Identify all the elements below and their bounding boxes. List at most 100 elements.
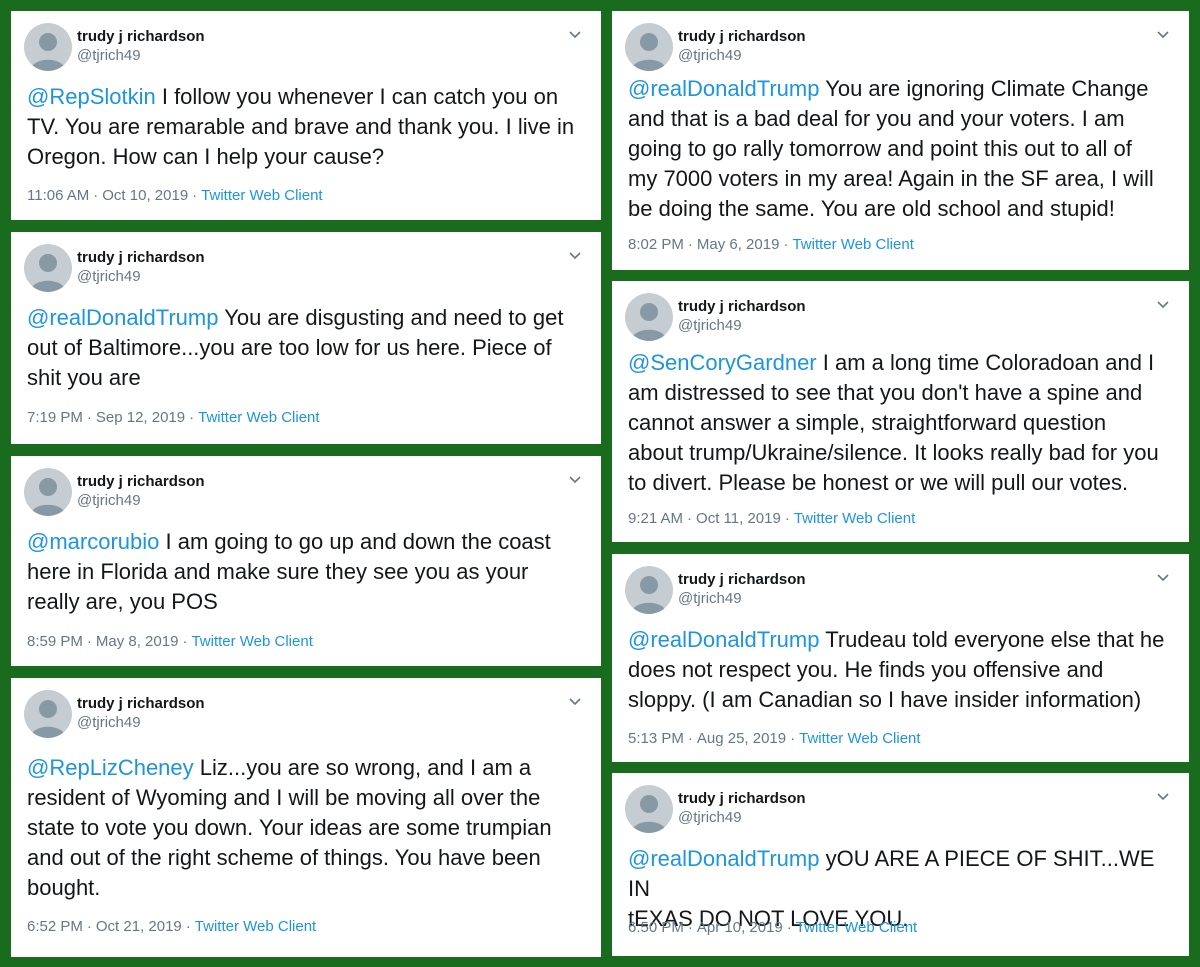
tweet-time[interactable]: 7:19 PM	[27, 409, 83, 426]
separator: ·	[189, 409, 195, 426]
tweet-source-link[interactable]: Twitter Web Client	[792, 236, 913, 253]
avatar[interactable]	[625, 293, 673, 341]
separator: ·	[86, 409, 92, 426]
avatar[interactable]	[625, 785, 673, 833]
tweet-meta: 11:06 AM · Oct 10, 2019 · Twitter Web Client	[27, 187, 323, 204]
tweet-date[interactable]: Oct 11, 2019	[696, 510, 781, 527]
user-handle[interactable]: @tjrich49	[678, 317, 742, 334]
mention-link[interactable]: @SenCoryGardner	[628, 350, 817, 375]
tweet-time[interactable]: 8:59 PM	[27, 633, 83, 650]
chevron-down-icon[interactable]	[569, 28, 581, 40]
separator: ·	[86, 918, 92, 935]
separator: ·	[784, 510, 790, 527]
display-name[interactable]: trudy j richardson	[77, 695, 205, 712]
tweet-meta: 7:19 PM · Sep 12, 2019 · Twitter Web Client	[27, 409, 320, 426]
tweet-time[interactable]: 11:06 AM	[27, 187, 89, 204]
tweet-meta: 8:59 PM · May 8, 2019 · Twitter Web Client	[27, 633, 313, 650]
tweet-time[interactable]: 6:50 PM	[628, 919, 684, 936]
tweet-card: trudy j richardson @tjrich49 @SenCoryGar…	[612, 281, 1189, 542]
tweet-card: trudy j richardson @tjrich49 @RepLizChen…	[11, 678, 601, 957]
tweet-meta: 6:50 PM · Apr 10, 2019 · Twitter Web Client	[628, 919, 917, 936]
avatar[interactable]	[625, 23, 673, 71]
avatar[interactable]	[24, 244, 72, 292]
display-name[interactable]: trudy j richardson	[678, 790, 806, 807]
separator: ·	[185, 918, 191, 935]
tweet-card: trudy j richardson @tjrich49 @realDonald…	[612, 11, 1189, 270]
chevron-down-icon[interactable]	[569, 695, 581, 707]
tweet-text: @realDonaldTrump You are disgusting and …	[27, 303, 589, 393]
tweet-source-link[interactable]: Twitter Web Client	[198, 409, 319, 426]
tweet-source-link[interactable]: Twitter Web Client	[195, 918, 316, 935]
separator: ·	[86, 633, 92, 650]
tweet-date[interactable]: May 8, 2019	[96, 633, 179, 650]
separator: ·	[687, 730, 693, 747]
tweet-text: @SenCoryGardner I am a long time Colorad…	[628, 348, 1177, 498]
display-name[interactable]: trudy j richardson	[678, 28, 806, 45]
avatar[interactable]	[24, 23, 72, 71]
tweet-date[interactable]: Sep 12, 2019	[96, 409, 185, 426]
tweet-date[interactable]: Oct 21, 2019	[96, 918, 182, 935]
avatar[interactable]	[24, 468, 72, 516]
tweet-card: trudy j richardson @tjrich49 @realDonald…	[11, 232, 601, 444]
avatar[interactable]	[625, 566, 673, 614]
tweet-meta: 5:13 PM · Aug 25, 2019 · Twitter Web Client	[628, 730, 921, 747]
separator: ·	[687, 919, 693, 936]
tweet-source-link[interactable]: Twitter Web Client	[794, 510, 915, 527]
separator: ·	[790, 730, 796, 747]
tweet-time[interactable]: 8:02 PM	[628, 236, 684, 253]
user-handle[interactable]: @tjrich49	[77, 47, 141, 64]
separator: ·	[786, 919, 792, 936]
tweet-card: trudy j richardson @tjrich49 @realDonald…	[612, 554, 1189, 762]
tweet-date[interactable]: Aug 25, 2019	[697, 730, 786, 747]
chevron-down-icon[interactable]	[1157, 790, 1169, 802]
tweet-text: @RepSlotkin I follow you whenever I can …	[27, 82, 589, 172]
display-name[interactable]: trudy j richardson	[77, 28, 205, 45]
tweet-date[interactable]: Oct 10, 2019	[102, 187, 188, 204]
mention-link[interactable]: @realDonaldTrump	[628, 846, 819, 871]
tweet-card: trudy j richardson @tjrich49 @marcorubio…	[11, 456, 601, 666]
tweet-date[interactable]: May 6, 2019	[697, 236, 780, 253]
mention-link[interactable]: @realDonaldTrump	[628, 76, 819, 101]
user-handle[interactable]: @tjrich49	[678, 590, 742, 607]
tweet-card: trudy j richardson @tjrich49 @RepSlotkin…	[11, 11, 601, 220]
separator: ·	[687, 236, 693, 253]
user-handle[interactable]: @tjrich49	[77, 492, 141, 509]
avatar[interactable]	[24, 690, 72, 738]
tweet-text: @marcorubio I am going to go up and down…	[27, 527, 589, 617]
tweet-source-link[interactable]: Twitter Web Client	[796, 919, 917, 936]
tweet-text: @RepLizCheney Liz...you are so wrong, an…	[27, 753, 589, 903]
tweet-time[interactable]: 6:52 PM	[27, 918, 83, 935]
mention-link[interactable]: @marcorubio	[27, 529, 159, 554]
chevron-down-icon[interactable]	[1157, 28, 1169, 40]
user-handle[interactable]: @tjrich49	[678, 809, 742, 826]
chevron-down-icon[interactable]	[569, 249, 581, 261]
display-name[interactable]: trudy j richardson	[678, 571, 806, 588]
separator: ·	[783, 236, 789, 253]
mention-link[interactable]: @RepLizCheney	[27, 755, 194, 780]
display-name[interactable]: trudy j richardson	[678, 298, 806, 315]
chevron-down-icon[interactable]	[1157, 571, 1169, 583]
display-name[interactable]: trudy j richardson	[77, 249, 205, 266]
mention-link[interactable]: @RepSlotkin	[27, 84, 156, 109]
separator: ·	[93, 187, 99, 204]
tweet-date[interactable]: Apr 10, 2019	[697, 919, 783, 936]
mention-link[interactable]: @realDonaldTrump	[27, 305, 218, 330]
tweet-source-link[interactable]: Twitter Web Client	[201, 187, 322, 204]
tweet-meta: 8:02 PM · May 6, 2019 · Twitter Web Client	[628, 236, 914, 253]
tweet-source-link[interactable]: Twitter Web Client	[191, 633, 312, 650]
tweet-meta: 9:21 AM · Oct 11, 2019 · Twitter Web Client	[628, 510, 915, 527]
user-handle[interactable]: @tjrich49	[77, 268, 141, 285]
tweet-time[interactable]: 5:13 PM	[628, 730, 684, 747]
user-handle[interactable]: @tjrich49	[678, 47, 742, 64]
separator: ·	[192, 187, 198, 204]
chevron-down-icon[interactable]	[1157, 298, 1169, 310]
tweet-time[interactable]: 9:21 AM	[628, 510, 683, 527]
display-name[interactable]: trudy j richardson	[77, 473, 205, 490]
tweet-card: trudy j richardson @tjrich49 @realDonald…	[612, 773, 1189, 956]
chevron-down-icon[interactable]	[569, 473, 581, 485]
mention-link[interactable]: @realDonaldTrump	[628, 627, 819, 652]
separator: ·	[182, 633, 188, 650]
tweet-text: @realDonaldTrump Trudeau told everyone e…	[628, 625, 1177, 715]
user-handle[interactable]: @tjrich49	[77, 714, 141, 731]
tweet-source-link[interactable]: Twitter Web Client	[799, 730, 920, 747]
